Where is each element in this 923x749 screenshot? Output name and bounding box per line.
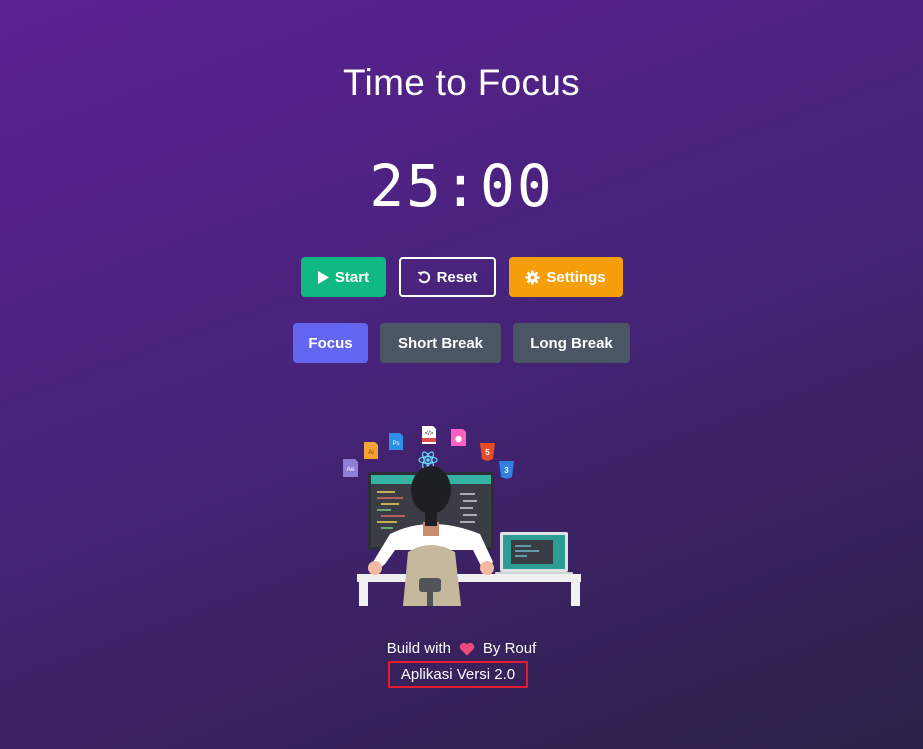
svg-text:</>: </> (425, 431, 434, 437)
svg-text:3: 3 (504, 466, 509, 475)
page-title: Time to Focus (343, 62, 580, 103)
build-suffix-text: By Rouf (482, 640, 537, 657)
timer-controls: Start Reset Settings (0, 257, 923, 297)
svg-text:Ai: Ai (368, 450, 373, 456)
developer-illustration: Ae Ai Ps </> 5 3 (343, 426, 581, 606)
settings-button[interactable]: Settings (508, 257, 623, 297)
heart-icon (459, 642, 475, 656)
mode-long-break-button[interactable]: Long Break (513, 323, 630, 363)
svg-text:Ae: Ae (347, 466, 355, 473)
reset-icon (417, 270, 431, 284)
after-effects-icon: Ae (343, 459, 358, 477)
svg-text:5: 5 (485, 448, 490, 457)
xd-icon (451, 429, 466, 446)
reset-button-label: Reset (436, 268, 478, 286)
start-button-label: Start (334, 268, 370, 286)
app-version: Aplikasi Versi 2.0 (388, 661, 528, 688)
mode-selector: Focus Short Break Long Break (0, 323, 923, 363)
mode-focus-button[interactable]: Focus (293, 323, 368, 363)
build-credit: Build with By Rouf (0, 640, 923, 657)
build-prefix-text: Build with (386, 640, 451, 657)
start-button[interactable]: Start (300, 257, 386, 297)
gear-icon (525, 269, 540, 285)
settings-button-label: Settings (546, 268, 606, 286)
timer-display: 25:00 (369, 152, 554, 220)
svg-text:Ps: Ps (392, 441, 399, 447)
html5-icon: 5 (480, 443, 495, 461)
code-file-icon: </> (422, 426, 436, 444)
photoshop-icon: Ps (389, 433, 403, 450)
illustrator-icon: Ai (364, 442, 378, 459)
play-icon (317, 270, 329, 284)
reset-button[interactable]: Reset (398, 257, 496, 297)
css3-icon: 3 (499, 461, 514, 479)
mode-short-break-button[interactable]: Short Break (380, 323, 501, 363)
